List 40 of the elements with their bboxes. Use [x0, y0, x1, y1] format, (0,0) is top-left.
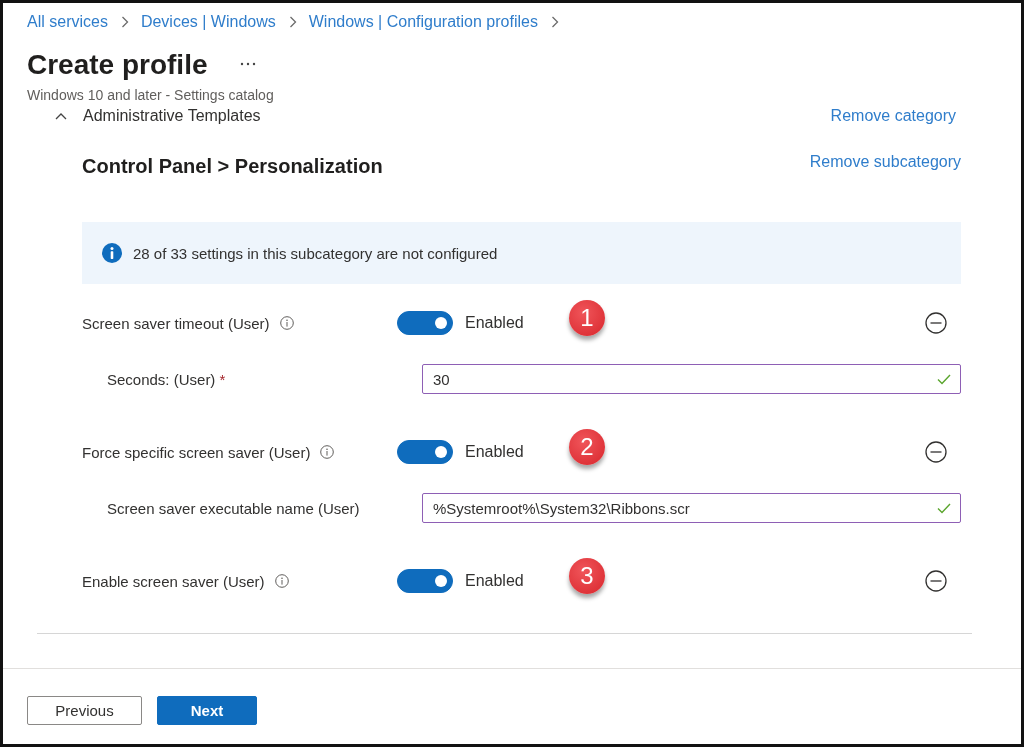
chevron-right-icon: [550, 16, 559, 28]
toggle-switch[interactable]: [397, 440, 453, 464]
info-icon[interactable]: [320, 445, 335, 459]
remove-subcategory-link[interactable]: Remove subcategory: [809, 153, 961, 171]
setting-label: Enable screen saver (User): [82, 572, 265, 590]
field-label: Seconds: (User) *: [106, 370, 227, 388]
toggle-switch[interactable]: [397, 569, 453, 593]
field-label: Screen saver executable name (User): [106, 499, 361, 517]
callout-number: 3: [569, 558, 605, 594]
previous-button[interactable]: Previous: [27, 696, 142, 725]
info-icon: [102, 243, 122, 263]
minus-circle-icon[interactable]: [925, 570, 947, 592]
toggle-state-label: Enabled: [465, 314, 525, 332]
minus-circle-icon[interactable]: [925, 312, 947, 334]
toggle-state-label: Enabled: [465, 572, 525, 590]
chevron-right-icon: [120, 16, 129, 28]
info-icon[interactable]: [274, 574, 289, 588]
callout-number: 1: [569, 300, 605, 336]
subcategory-title: Control Panel > Personalization: [82, 154, 383, 179]
callout-number: 2: [569, 429, 605, 465]
chevron-up-icon[interactable]: [55, 112, 67, 120]
info-icon[interactable]: [279, 316, 294, 330]
text-field[interactable]: %Systemroot%\System32\Ribbons.scr: [422, 493, 961, 523]
next-button[interactable]: Next: [157, 696, 257, 725]
chevron-right-icon: [288, 16, 297, 28]
toggle-state-label: Enabled: [465, 443, 525, 461]
category-name: Administrative Templates: [83, 106, 261, 126]
toggle-switch[interactable]: [397, 311, 453, 335]
setting-label: Screen saver timeout (User): [82, 314, 270, 332]
minus-circle-icon[interactable]: [925, 441, 947, 463]
breadcrumb-link[interactable]: All services: [27, 12, 108, 32]
more-icon[interactable]: [239, 62, 256, 66]
text-field[interactable]: 30: [422, 364, 961, 394]
setting-label: Force specific screen saver (User): [82, 443, 311, 461]
remove-category-link[interactable]: Remove category: [830, 106, 956, 126]
info-message: 28 of 33 settings in this subcategory are not configured: [133, 244, 498, 262]
page-subtitle: Windows 10 and later - Settings catalog: [27, 86, 275, 104]
page-title: Create profile: [27, 48, 208, 82]
breadcrumb-link[interactable]: Devices | Windows: [140, 12, 276, 32]
breadcrumb-link[interactable]: Windows | Configuration profiles: [308, 12, 538, 32]
